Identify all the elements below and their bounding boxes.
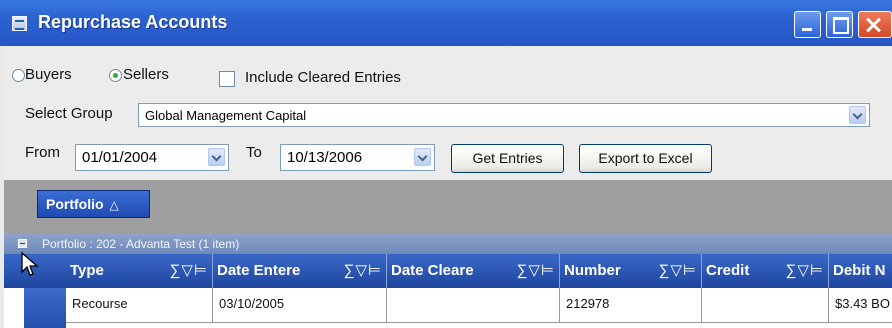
sort-ascending-icon: △ [109, 198, 119, 212]
app-window-icon [12, 16, 27, 31]
from-label: From [25, 144, 60, 161]
include-cleared-checkbox[interactable] [219, 71, 235, 87]
group-row[interactable]: Portfolio : 202 - Advanta Test (1 item) [4, 234, 892, 254]
group-row-label: Portfolio : 202 - Advanta Test (1 item) [42, 237, 240, 251]
column-header-label: Type [70, 262, 104, 279]
column-header-date-entered[interactable]: Date Entere ∑▽⊨ [213, 254, 386, 288]
to-date-field[interactable]: 10/13/2006 [280, 144, 435, 171]
column-header-label: Credit [706, 262, 750, 279]
group-by-chip-portfolio[interactable]: Portfolio △ [37, 190, 150, 218]
sum-filter-pin-icons[interactable]: ∑▽⊨ [344, 254, 382, 288]
cell-credit[interactable] [702, 288, 829, 323]
column-header-debit[interactable]: Debit N [829, 254, 892, 288]
cell-number[interactable]: 212978 [560, 288, 702, 323]
chevron-down-icon[interactable] [208, 148, 225, 166]
minimize-button[interactable] [794, 11, 821, 38]
buyers-radio[interactable] [12, 69, 25, 82]
filter-panel: Buyers Sellers Include Cleared Entries S… [4, 46, 892, 180]
row-selector[interactable] [24, 288, 66, 328]
grid-header: Type ∑▽⊨ Date Entere ∑▽⊨ Date Cleare ∑▽⊨… [4, 254, 892, 288]
to-date-value: 10/13/2006 [287, 149, 363, 166]
close-button[interactable] [858, 11, 892, 38]
title-bar[interactable]: Repurchase Accounts [0, 0, 892, 46]
grid-body: Recourse 03/10/2005 212978 $3.43 BO [4, 288, 892, 328]
column-header-type[interactable]: Type ∑▽⊨ [66, 254, 212, 288]
get-entries-button[interactable]: Get Entries [451, 144, 564, 173]
buyers-label[interactable]: Buyers [25, 66, 72, 83]
cell-date-entered[interactable]: 03/10/2005 [213, 288, 387, 323]
column-header-label: Date Cleare [391, 262, 474, 279]
sum-filter-pin-icons[interactable]: ∑▽⊨ [517, 254, 555, 288]
group-select[interactable]: Global Management Capital [138, 103, 870, 127]
column-header-label: Debit N [833, 262, 886, 279]
column-header-label: Date Entere [217, 262, 301, 279]
cell-date-cleared[interactable] [387, 288, 560, 323]
from-date-value: 01/01/2004 [82, 149, 158, 166]
sellers-label[interactable]: Sellers [123, 66, 169, 83]
sellers-radio[interactable] [109, 69, 122, 82]
repurchase-accounts-window: Repurchase Accounts Buyers Sellers Inclu… [0, 0, 892, 328]
maximize-button[interactable] [826, 11, 853, 38]
cell-type[interactable]: Recourse [66, 288, 213, 323]
column-header-credit[interactable]: Credit ∑▽⊨ [702, 254, 828, 288]
column-header-label: Number [564, 262, 621, 279]
group-by-area: Portfolio △ [4, 180, 892, 234]
cell-debit[interactable]: $3.43 BO [829, 288, 892, 323]
select-group-label: Select Group [25, 105, 113, 122]
chevron-down-icon[interactable] [849, 106, 866, 124]
collapse-icon[interactable] [18, 239, 27, 248]
sum-filter-pin-icons[interactable]: ∑▽⊨ [786, 254, 824, 288]
column-header-date-cleared[interactable]: Date Cleare ∑▽⊨ [387, 254, 559, 288]
include-cleared-label[interactable]: Include Cleared Entries [245, 69, 401, 86]
group-by-chip-label: Portfolio [46, 196, 104, 212]
from-date-field[interactable]: 01/01/2004 [75, 144, 229, 171]
column-header-number[interactable]: Number ∑▽⊨ [560, 254, 701, 288]
group-select-value: Global Management Capital [145, 108, 307, 123]
to-label: To [246, 144, 262, 161]
sum-filter-pin-icons[interactable]: ∑▽⊨ [170, 254, 208, 288]
window-title: Repurchase Accounts [38, 12, 228, 32]
export-to-excel-button[interactable]: Export to Excel [579, 144, 712, 173]
sum-filter-pin-icons[interactable]: ∑▽⊨ [659, 254, 697, 288]
mouse-cursor-icon [21, 252, 39, 276]
chevron-down-icon[interactable] [414, 148, 431, 166]
